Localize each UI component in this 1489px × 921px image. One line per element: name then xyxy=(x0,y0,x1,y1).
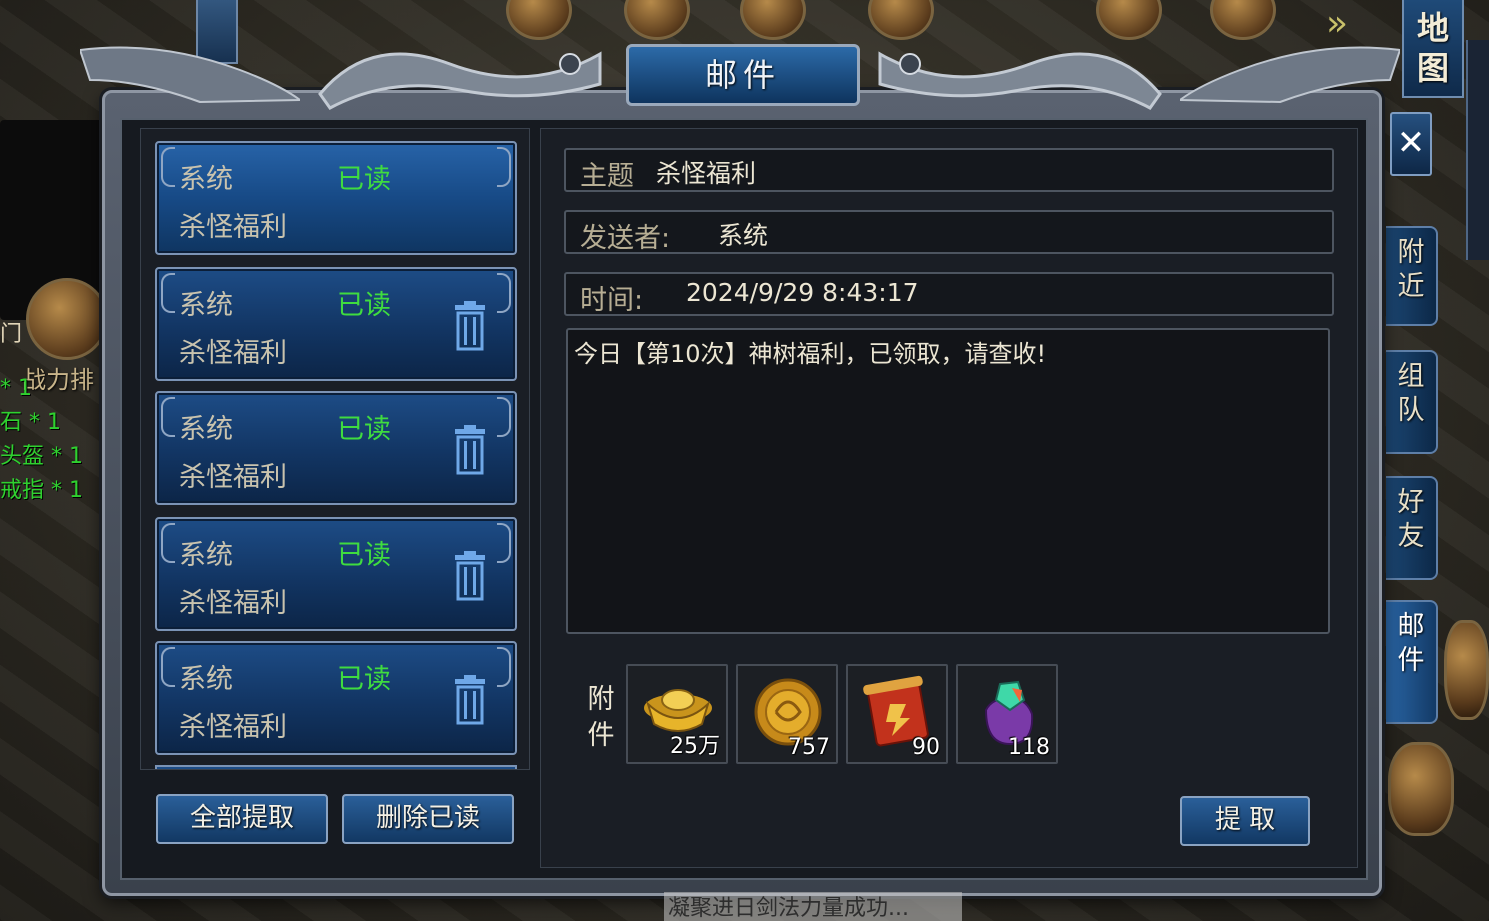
left-dragon-ornament xyxy=(318,51,602,110)
mail-subject: 杀怪福利 xyxy=(179,462,287,493)
item-corner-ornament xyxy=(497,397,511,437)
subject-label: 主题 xyxy=(580,161,634,192)
attachment-slot[interactable]: 757 xyxy=(736,664,838,764)
mail-list-item[interactable]: 系统 已读杀怪福利 xyxy=(155,267,517,381)
mail-read-status: 已读 xyxy=(337,414,391,445)
loot-log-line: * 1 xyxy=(0,376,32,401)
mail-read-status: 已读 xyxy=(337,164,391,195)
team-tab[interactable]: 组 队 xyxy=(1386,350,1438,454)
mail-read-status: 已读 xyxy=(337,290,391,321)
mail-subject: 杀怪福利 xyxy=(179,712,287,743)
attachment-slot[interactable]: 118 xyxy=(956,664,1058,764)
subject-field: 主题 杀怪福利 xyxy=(564,148,1334,192)
mail-sender: 系统 xyxy=(179,414,233,445)
mail-sender: 系统 xyxy=(179,290,233,321)
time-value: 2024/9/29 8:43:17 xyxy=(686,278,919,307)
chat-strip: 凝聚进日剑法力量成功... xyxy=(664,892,962,921)
claim-button[interactable]: 提 取 xyxy=(1180,796,1310,846)
item-corner-ornament xyxy=(161,523,175,563)
subject-value: 杀怪福利 xyxy=(656,159,757,188)
chat-text: 凝聚进日剑法力量成功... xyxy=(668,896,909,921)
sender-label: 发送者: xyxy=(580,223,671,254)
mail-read-status: 已读 xyxy=(337,664,391,695)
mail-sender: 系统 xyxy=(179,164,233,195)
mail-list-item[interactable]: 系统 已读杀怪福利 xyxy=(155,391,517,505)
claim-all-button[interactable]: 全部提取 xyxy=(156,794,328,844)
mail-body: 今日【第10次】神树福利，已领取，请查收! xyxy=(566,328,1330,634)
loot-log: * 1 石 * 1 头盔 * 1 戒指 * 1 xyxy=(0,372,83,508)
mail-subject: 杀怪福利 xyxy=(179,338,287,369)
attachments-label: 附 件 xyxy=(587,684,615,751)
time-label: 时间: xyxy=(580,285,644,316)
side-skill-icon[interactable] xyxy=(1444,620,1489,720)
skill-medallion-icon[interactable] xyxy=(26,278,108,360)
mail-body-text: 今日【第10次】神树福利，已领取，请查收! xyxy=(574,340,1047,368)
friends-tab[interactable]: 好 友 xyxy=(1386,476,1438,580)
mail-read-status: 已读 xyxy=(337,540,391,571)
trash-icon[interactable] xyxy=(453,675,487,725)
sword-skill-icon[interactable] xyxy=(1388,742,1454,836)
sender-value: 系统 xyxy=(718,221,769,250)
attachment-slot[interactable]: 90 xyxy=(846,664,948,764)
list-next-item-peek xyxy=(155,765,517,769)
close-button[interactable]: ✕ xyxy=(1390,112,1432,176)
right-wing-ornament xyxy=(1180,46,1400,104)
background-door-text: 门 xyxy=(0,322,23,347)
loot-log-line: 戒指 * 1 xyxy=(0,478,83,503)
attachment-count: 90 xyxy=(912,735,940,760)
expand-arrow-icon[interactable]: » xyxy=(1326,4,1366,44)
loot-log-line: 头盔 * 1 xyxy=(0,444,83,469)
trash-icon[interactable] xyxy=(453,425,487,475)
mail-tab[interactable]: 邮 件 xyxy=(1386,600,1438,724)
mail-sender: 系统 xyxy=(179,664,233,695)
delete-read-button[interactable]: 删除已读 xyxy=(342,794,514,844)
attachment-count: 118 xyxy=(1008,735,1050,760)
item-corner-ornament xyxy=(497,147,511,187)
time-field: 时间: 2024/9/29 8:43:17 xyxy=(564,272,1334,316)
item-corner-ornament xyxy=(497,523,511,563)
sender-field: 发送者: 系统 xyxy=(564,210,1334,254)
nearby-tab[interactable]: 附 近 xyxy=(1386,226,1438,326)
mail-list-item[interactable]: 系统 已读杀怪福利 xyxy=(155,517,517,631)
close-icon: ✕ xyxy=(1396,123,1426,163)
mail-sender: 系统 xyxy=(179,540,233,571)
map-tab[interactable]: 地 图 xyxy=(1402,0,1464,98)
item-corner-ornament xyxy=(161,647,175,687)
mail-list-item[interactable]: 系统 已读杀怪福利 xyxy=(155,641,517,755)
item-corner-ornament xyxy=(161,397,175,437)
mail-subject: 杀怪福利 xyxy=(179,588,287,619)
mail-list-panel[interactable]: 系统 已读 杀怪福利 系统 已读 杀怪福利 系统 已读 杀怪福利 系统 已读 杀怪福利 系统 已读 杀怪福利 xyxy=(140,128,530,770)
item-corner-ornament xyxy=(161,147,175,187)
mail-subject: 杀怪福利 xyxy=(179,212,287,243)
loot-log-line: 石 * 1 xyxy=(0,410,61,435)
right-edge-strip xyxy=(1466,40,1489,260)
attachment-count: 757 xyxy=(788,735,830,760)
mail-list-item[interactable]: 系统 已读杀怪福利 xyxy=(155,141,517,255)
window-title: 邮件 xyxy=(626,44,860,106)
item-corner-ornament xyxy=(497,647,511,687)
trash-icon[interactable] xyxy=(453,551,487,601)
attachment-slot[interactable]: 25万 xyxy=(626,664,728,764)
right-dragon-ornament xyxy=(878,51,1162,110)
item-corner-ornament xyxy=(497,273,511,313)
left-wing-ornament xyxy=(80,46,300,104)
attachment-count: 25万 xyxy=(670,734,720,759)
trash-icon[interactable] xyxy=(453,301,487,351)
item-corner-ornament xyxy=(161,273,175,313)
